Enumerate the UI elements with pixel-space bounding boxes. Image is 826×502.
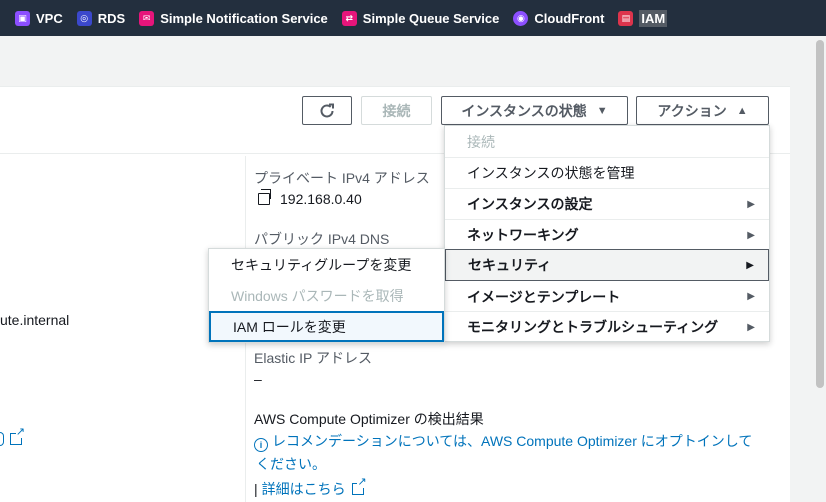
refresh-icon [320, 103, 334, 117]
vpc-icon: ▣ [15, 10, 30, 26]
menu-item-security[interactable]: セキュリティ ▶ [445, 249, 769, 281]
elastic-ip-label: Elastic IP アドレス [254, 350, 372, 366]
learn-more-label: 詳細はこちら [261, 481, 346, 497]
favorite-vpc[interactable]: ▣ VPC [8, 0, 70, 36]
menu-item-monitoring[interactable]: モニタリングとトラブルシューティング ▶ [445, 311, 769, 342]
public-dns-label: パブリック IPv4 DNS [254, 231, 390, 247]
caret-right-icon: ▶ [747, 198, 755, 210]
optimizer-text-line2: ください。 [256, 456, 326, 472]
info-icon: i [254, 438, 268, 452]
copy-icon[interactable] [258, 189, 271, 205]
elastic-ip-value: – [254, 371, 262, 387]
separator: | [254, 481, 258, 497]
menu-item-label: インスタンスの状態を管理 [467, 165, 635, 181]
submenu-item-label: セキュリティグループを変更 [231, 256, 412, 273]
private-dns-partial-value: ute.internal [0, 312, 70, 328]
menu-item-label: 接続 [467, 133, 495, 150]
favorite-rds[interactable]: ◎ RDS [70, 0, 132, 36]
optimizer-text-line1: レコメンデーションについては、AWS Compute Optimizer にオプ… [272, 433, 753, 449]
sqs-icon: ⇄ [341, 10, 357, 26]
menu-item-label: ネットワーキング [467, 227, 579, 243]
instance-state-label: インスタンスの状態 [461, 102, 587, 119]
submenu-item-modify-iam-role[interactable]: IAM ロールを変更 [209, 311, 444, 342]
menu-item-label: モニタリングとトラブルシューティング [467, 319, 719, 335]
sns-icon: ✉ [139, 10, 155, 26]
favorite-sns[interactable]: ✉ Simple Notification Service [132, 0, 335, 36]
favorite-cloudfront[interactable]: ◉ CloudFront [506, 0, 611, 36]
favorite-iam[interactable]: ▤ IAM [611, 0, 674, 36]
external-link-icon [351, 477, 367, 495]
favorite-sqs[interactable]: ⇄ Simple Queue Service [335, 0, 507, 36]
private-ip-field: 192.168.0.40 [258, 189, 362, 207]
external-link-icon [10, 427, 25, 445]
menu-item-label: イメージとテンプレート [467, 288, 621, 305]
private-ip-label: プライベート IPv4 アドレス [254, 170, 430, 186]
menu-item-connect[interactable]: 接続 [445, 126, 769, 157]
submenu-item-label: Windows パスワードを取得 [231, 287, 404, 304]
caret-right-icon: ▶ [747, 291, 755, 302]
instance-state-button[interactable]: インスタンスの状態 ▼ [441, 96, 628, 125]
optimizer-message[interactable]: i レコメンデーションについては、AWS Compute Optimizer にオ… [254, 431, 752, 452]
cloudfront-icon: ◉ [513, 10, 529, 26]
connect-button[interactable]: 接続 [361, 96, 432, 125]
caret-right-icon: ▶ [747, 321, 755, 333]
refresh-button[interactable] [302, 96, 352, 125]
submenu-item-label: IAM ロールを変更 [233, 318, 346, 335]
favorites-bar: ▣ VPC ◎ RDS ✉ Simple Notification Servic… [0, 0, 826, 36]
scrollbar-thumb[interactable] [816, 40, 824, 388]
left-external-link[interactable] [0, 427, 25, 447]
menu-item-label: セキュリティ [468, 257, 552, 273]
menu-item-images-templates[interactable]: イメージとテンプレート ▶ [445, 281, 769, 312]
actions-menu: 接続 インスタンスの状態を管理 インスタンスの設定 ▶ ネットワーキング ▶ セ… [444, 125, 770, 342]
favorite-label: Simple Queue Service [362, 10, 500, 26]
favorite-label: VPC [36, 10, 63, 26]
submenu-item-change-security-groups[interactable]: セキュリティグループを変更 [209, 249, 444, 280]
favorite-label: IAM [639, 9, 668, 27]
actions-button[interactable]: アクション ▲ [636, 96, 769, 125]
caret-right-icon: ▶ [747, 229, 755, 241]
optimizer-label: AWS Compute Optimizer の検出結果 [254, 411, 484, 427]
info-icon [0, 432, 4, 446]
favorite-label: RDS [97, 10, 126, 26]
menu-item-manage-instance-state[interactable]: インスタンスの状態を管理 [445, 157, 769, 188]
caret-down-icon: ▼ [596, 104, 608, 117]
caret-right-icon: ▶ [746, 259, 754, 271]
menu-item-instance-settings[interactable]: インスタンスの設定 ▶ [445, 188, 769, 219]
menu-item-networking[interactable]: ネットワーキング ▶ [445, 219, 769, 250]
menu-item-label: インスタンスの設定 [467, 196, 593, 212]
caret-up-icon: ▲ [736, 104, 748, 117]
submenu-item-get-windows-password[interactable]: Windows パスワードを取得 [209, 280, 444, 311]
iam-icon: ▤ [618, 10, 634, 26]
rds-icon: ◎ [76, 10, 92, 26]
favorite-label: Simple Notification Service [160, 10, 328, 26]
private-ip-value: 192.168.0.40 [280, 191, 362, 207]
learn-more-link[interactable]: | 詳細はこちら [254, 477, 367, 499]
favorite-label: CloudFront [534, 10, 605, 26]
actions-label: アクション [657, 102, 727, 119]
security-submenu: セキュリティグループを変更 Windows パスワードを取得 IAM ロールを変… [208, 248, 445, 343]
